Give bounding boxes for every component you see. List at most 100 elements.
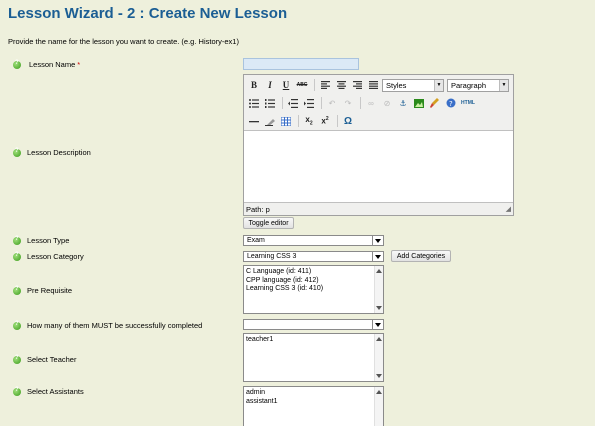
underline-button[interactable]: U: [279, 78, 293, 92]
lesson-description-label: Lesson Description: [27, 148, 91, 157]
svg-text:?: ?: [449, 100, 453, 108]
align-justify-icon: [368, 81, 378, 89]
styles-select[interactable]: Styles ▼: [382, 78, 444, 92]
select-teacher-listbox[interactable]: teacher1: [243, 333, 384, 382]
lesson-category-value: Learning CSS 3: [247, 253, 297, 260]
help-icon[interactable]: [13, 286, 21, 295]
chevron-down-icon: ▼: [499, 79, 508, 91]
bullet-list-icon: [249, 98, 259, 108]
help-icon: ?: [446, 98, 456, 108]
align-center-button[interactable]: [334, 78, 348, 92]
numbered-list-button[interactable]: [263, 96, 277, 110]
select-assistants-label: Select Assistants: [27, 387, 84, 396]
paragraph-select[interactable]: Paragraph ▼: [447, 78, 509, 92]
resize-handle-icon[interactable]: ◢: [506, 205, 511, 213]
strikethrough-button[interactable]: ABC: [295, 78, 309, 92]
unlink-icon: ⊘: [383, 98, 391, 108]
remove-format-button[interactable]: [263, 114, 277, 128]
help-icon[interactable]: [13, 252, 21, 261]
editor-path: Path: p: [246, 205, 270, 214]
list-item[interactable]: Learning CSS 3 (id: 410): [246, 285, 383, 294]
link-button[interactable]: ∞: [364, 96, 378, 110]
list-item[interactable]: C Language (id: 411): [246, 268, 383, 277]
lesson-type-select[interactable]: Exam: [243, 235, 384, 246]
lesson-description-row: Lesson Description: [13, 148, 91, 157]
align-justify-button[interactable]: [366, 78, 380, 92]
anchor-button[interactable]: ⚓: [396, 96, 410, 110]
toolbar-separator: [360, 97, 361, 109]
indent-icon: [304, 98, 314, 108]
editor-toolbar-row-2: ↶ ↷ ∞ ⊘ ⚓ ? HTML: [247, 95, 478, 111]
redo-button[interactable]: ↷: [341, 96, 355, 110]
superscript-button[interactable]: x2: [318, 114, 332, 128]
scroll-down-icon[interactable]: [376, 374, 382, 378]
scrollbar[interactable]: [374, 266, 383, 313]
horizontal-rule-button[interactable]: [247, 114, 261, 128]
bullet-list-button[interactable]: [247, 96, 261, 110]
list-item[interactable]: assistant1: [246, 398, 383, 407]
scroll-up-icon[interactable]: [376, 337, 382, 341]
italic-button[interactable]: I: [263, 78, 277, 92]
link-icon: ∞: [368, 98, 374, 108]
align-right-icon: [352, 81, 362, 89]
scroll-up-icon[interactable]: [376, 269, 382, 273]
cleanup-icon: [430, 98, 439, 108]
scrollbar[interactable]: [374, 387, 383, 426]
help-icon[interactable]: [13, 60, 21, 69]
editor-content-area[interactable]: [244, 130, 513, 203]
html-source-button[interactable]: HTML: [460, 96, 476, 110]
help-icon[interactable]: [13, 236, 21, 245]
list-item[interactable]: CPP language (id: 412): [246, 277, 383, 286]
table-button[interactable]: [279, 114, 293, 128]
bold-button[interactable]: B: [247, 78, 261, 92]
help-button[interactable]: ?: [444, 96, 458, 110]
help-icon[interactable]: [13, 321, 21, 330]
image-button[interactable]: [412, 96, 426, 110]
align-left-button[interactable]: [318, 78, 332, 92]
toolbar-separator: [282, 97, 283, 109]
outdent-button[interactable]: [286, 96, 300, 110]
subscript-button[interactable]: x2: [302, 114, 316, 128]
scroll-up-icon[interactable]: [376, 390, 382, 394]
add-categories-button[interactable]: Add Categories: [391, 250, 451, 262]
lesson-wizard-page: Lesson Wizard - 2 : Create New Lesson Pr…: [0, 0, 595, 426]
paragraph-select-value: Paragraph: [451, 80, 487, 90]
chevron-down-icon: ▼: [434, 79, 443, 91]
select-assistants-row: Select Assistants: [13, 387, 84, 396]
toolbar-separator: [321, 97, 322, 109]
editor-toolbar-row-1: B I U ABC Styles ▼ Paragraph ▼: [247, 77, 512, 93]
align-center-icon: [336, 81, 346, 89]
list-item[interactable]: admin: [246, 389, 383, 398]
scroll-down-icon[interactable]: [376, 306, 382, 310]
html-icon: HTML: [461, 100, 475, 106]
help-icon[interactable]: [13, 355, 21, 364]
outdent-icon: [288, 98, 298, 108]
pre-requisite-listbox[interactable]: C Language (id: 411) CPP language (id: 4…: [243, 265, 384, 314]
chevron-down-icon: [372, 252, 383, 261]
undo-icon: ↶: [328, 98, 336, 108]
list-item[interactable]: teacher1: [246, 336, 383, 345]
help-icon[interactable]: [13, 387, 21, 396]
numbered-list-icon: [265, 98, 275, 108]
align-right-button[interactable]: [350, 78, 364, 92]
remove-format-icon: [265, 118, 275, 126]
unlink-button[interactable]: ⊘: [380, 96, 394, 110]
special-char-button[interactable]: Ω: [341, 114, 355, 128]
chevron-down-icon: [372, 320, 383, 329]
cleanup-button[interactable]: [428, 96, 442, 110]
indent-button[interactable]: [302, 96, 316, 110]
help-icon[interactable]: [13, 148, 21, 157]
undo-button[interactable]: ↶: [325, 96, 339, 110]
lesson-type-label: Lesson Type: [27, 236, 70, 245]
lesson-category-select[interactable]: Learning CSS 3: [243, 251, 384, 262]
select-assistants-listbox[interactable]: admin assistant1: [243, 386, 384, 426]
horizontal-rule-icon: [249, 120, 259, 122]
toggle-editor-button[interactable]: Toggle editor: [243, 217, 294, 229]
toolbar-separator: [337, 115, 338, 127]
redo-icon: ↷: [344, 98, 352, 108]
must-complete-select[interactable]: [243, 319, 384, 330]
required-mark: *: [77, 60, 81, 69]
scrollbar[interactable]: [374, 334, 383, 381]
lesson-name-input[interactable]: [243, 58, 359, 70]
rich-text-editor: B I U ABC Styles ▼ Paragraph ▼ ↶ ↷ ∞ ⊘ ⚓…: [243, 74, 514, 216]
